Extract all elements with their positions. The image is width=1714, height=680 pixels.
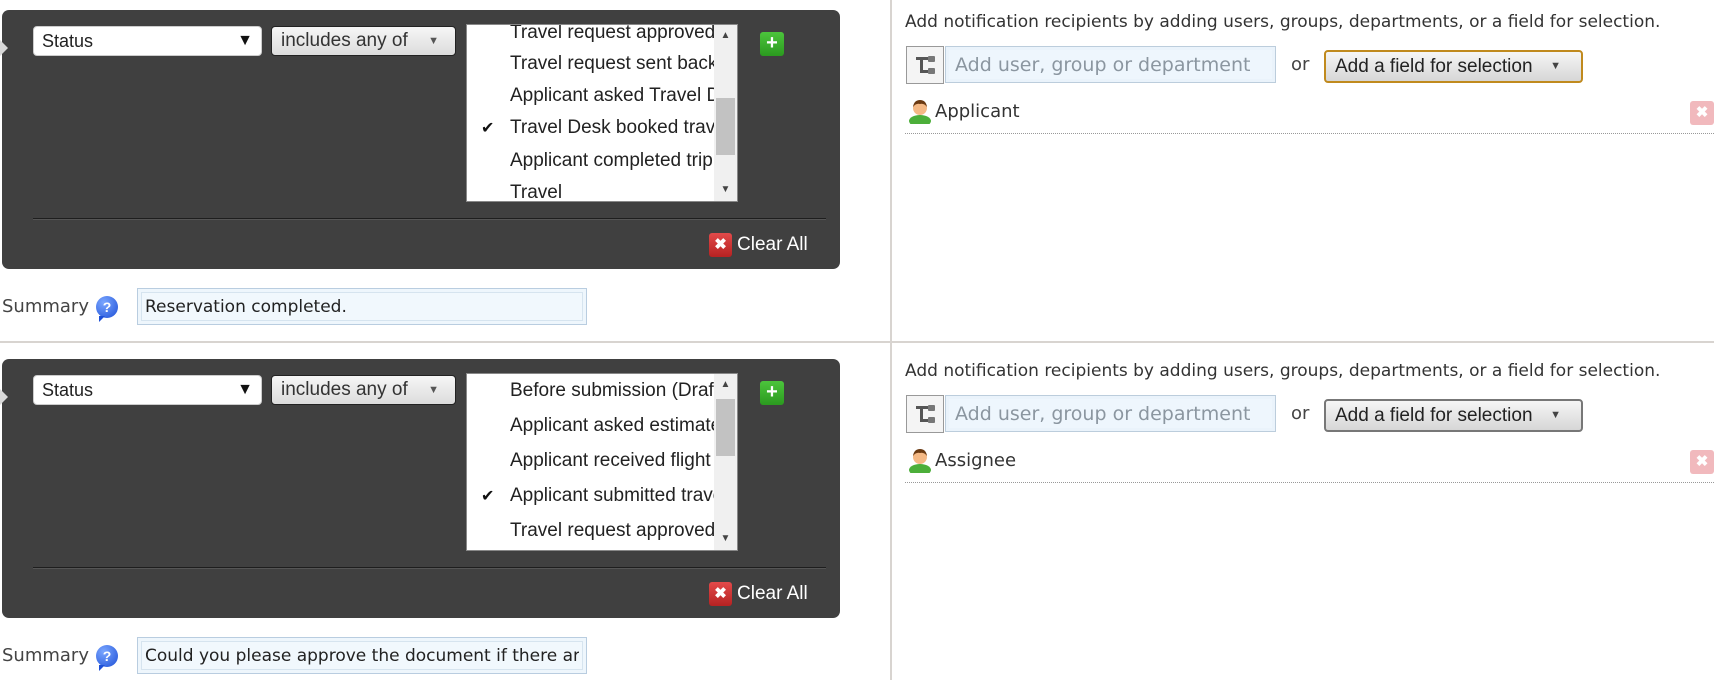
summary-label: Summary	[2, 296, 89, 317]
list-option[interactable]: Applicant received flight	[510, 448, 715, 474]
operator-select[interactable]: includes any of ▼	[271, 26, 456, 56]
scrollbar-thumb[interactable]	[716, 98, 735, 155]
panel-separator	[33, 567, 826, 568]
check-icon: ✔	[481, 120, 495, 137]
status-options-listbox[interactable]: Travel request approved Travel request s…	[466, 24, 738, 202]
panel-separator	[33, 218, 826, 219]
remove-recipient-button[interactable]: ✖	[1690, 101, 1714, 125]
summary-label: Summary	[2, 645, 89, 666]
operator-select[interactable]: includes any of ▼	[271, 375, 456, 405]
dropdown-arrow-icon: ▼	[237, 381, 253, 398]
recipient-name: Applicant	[935, 100, 1020, 122]
recipient-name: Assignee	[935, 449, 1017, 471]
field-select[interactable]: Status ▼	[33, 26, 262, 56]
recipients-instructions: Add notification recipients by adding us…	[905, 361, 1661, 381]
scrollbar-thumb[interactable]	[716, 399, 735, 456]
add-condition-button[interactable]: +	[760, 381, 784, 405]
org-chart-icon	[916, 405, 935, 423]
column-divider	[890, 0, 892, 680]
field-select-value: Status	[42, 31, 94, 51]
recipient-separator	[905, 482, 1714, 483]
list-option-selected[interactable]: Travel Desk booked travel	[510, 115, 715, 141]
recipient-item: Assignee	[908, 447, 1016, 473]
summary-input[interactable]	[141, 641, 583, 670]
list-option[interactable]: Travel request approved	[510, 25, 715, 46]
recipient-separator	[905, 133, 1714, 134]
condition-panel-2: Status ▼ includes any of ▼ Before submis…	[0, 359, 840, 618]
list-option[interactable]: Before submission (Draft)	[510, 378, 715, 404]
row-divider	[0, 341, 1714, 343]
add-field-button[interactable]: Add a field for selection ▼	[1324, 399, 1583, 432]
user-avatar-icon	[909, 449, 931, 473]
field-select[interactable]: Status ▼	[33, 375, 262, 405]
dropdown-arrow-icon: ▼	[428, 384, 439, 396]
clear-all-label: Clear All	[737, 234, 808, 255]
operator-select-value: includes any of	[281, 30, 408, 51]
status-options-listbox[interactable]: Before submission (Draft) Applicant aske…	[466, 373, 738, 551]
clear-icon: ✖	[709, 582, 732, 606]
listbox-scrollbar[interactable]: ▲ ▼	[714, 374, 737, 550]
condition-panel-1: Status ▼ includes any of ▼ Travel reques…	[0, 10, 840, 269]
check-icon: ✔	[481, 488, 495, 505]
panel-pointer-icon	[0, 40, 8, 56]
clear-icon: ✖	[709, 233, 732, 257]
list-option[interactable]: Applicant completed trip	[510, 148, 715, 174]
add-user-input[interactable]	[949, 399, 1272, 428]
help-icon[interactable]: ?	[96, 296, 118, 322]
panel-pointer-icon	[0, 389, 8, 405]
scroll-up-icon[interactable]: ▲	[714, 376, 737, 394]
dropdown-arrow-icon: ▼	[1550, 60, 1561, 72]
clear-all-label: Clear All	[737, 583, 808, 604]
add-field-button[interactable]: Add a field for selection ▼	[1324, 50, 1583, 83]
list-option[interactable]: Applicant asked Travel Desk	[510, 83, 715, 109]
user-avatar-icon	[909, 100, 931, 124]
add-field-button-label: Add a field for selection	[1335, 56, 1533, 77]
list-option[interactable]: Travel request approved	[510, 518, 715, 544]
user-input-wrapper	[945, 46, 1276, 83]
list-option[interactable]: Travel request sent back	[510, 51, 715, 77]
summary-input-wrapper	[137, 288, 587, 325]
clear-all-button[interactable]: ✖ Clear All	[709, 581, 808, 607]
field-select-value: Status	[42, 380, 94, 400]
operator-select-value: includes any of	[281, 379, 408, 400]
list-option[interactable]: Travel	[510, 180, 715, 201]
remove-recipient-button[interactable]: ✖	[1690, 450, 1714, 474]
org-chart-button[interactable]	[906, 395, 944, 433]
summary-input-wrapper	[137, 637, 587, 674]
recipients-instructions: Add notification recipients by adding us…	[905, 12, 1661, 32]
add-user-input[interactable]	[949, 50, 1272, 79]
scroll-down-icon[interactable]: ▼	[714, 181, 737, 199]
add-field-button-label: Add a field for selection	[1335, 405, 1533, 426]
dropdown-arrow-icon: ▼	[428, 35, 439, 47]
org-chart-icon	[916, 56, 935, 74]
listbox-scrollbar[interactable]: ▲ ▼	[714, 25, 737, 201]
org-chart-button[interactable]	[906, 46, 944, 84]
scroll-down-icon[interactable]: ▼	[714, 530, 737, 548]
dropdown-arrow-icon: ▼	[1550, 409, 1561, 421]
list-option-selected[interactable]: Applicant submitted travel	[510, 483, 715, 509]
summary-input[interactable]	[141, 292, 583, 321]
or-label: or	[1291, 54, 1310, 75]
list-option[interactable]: Applicant asked estimate	[510, 413, 715, 439]
help-icon[interactable]: ?	[96, 645, 118, 671]
scroll-up-icon[interactable]: ▲	[714, 27, 737, 45]
dropdown-arrow-icon: ▼	[237, 32, 253, 49]
user-input-wrapper	[945, 395, 1276, 432]
clear-all-button[interactable]: ✖ Clear All	[709, 232, 808, 258]
add-condition-button[interactable]: +	[760, 32, 784, 56]
or-label: or	[1291, 403, 1310, 424]
recipient-item: Applicant	[908, 98, 1020, 124]
